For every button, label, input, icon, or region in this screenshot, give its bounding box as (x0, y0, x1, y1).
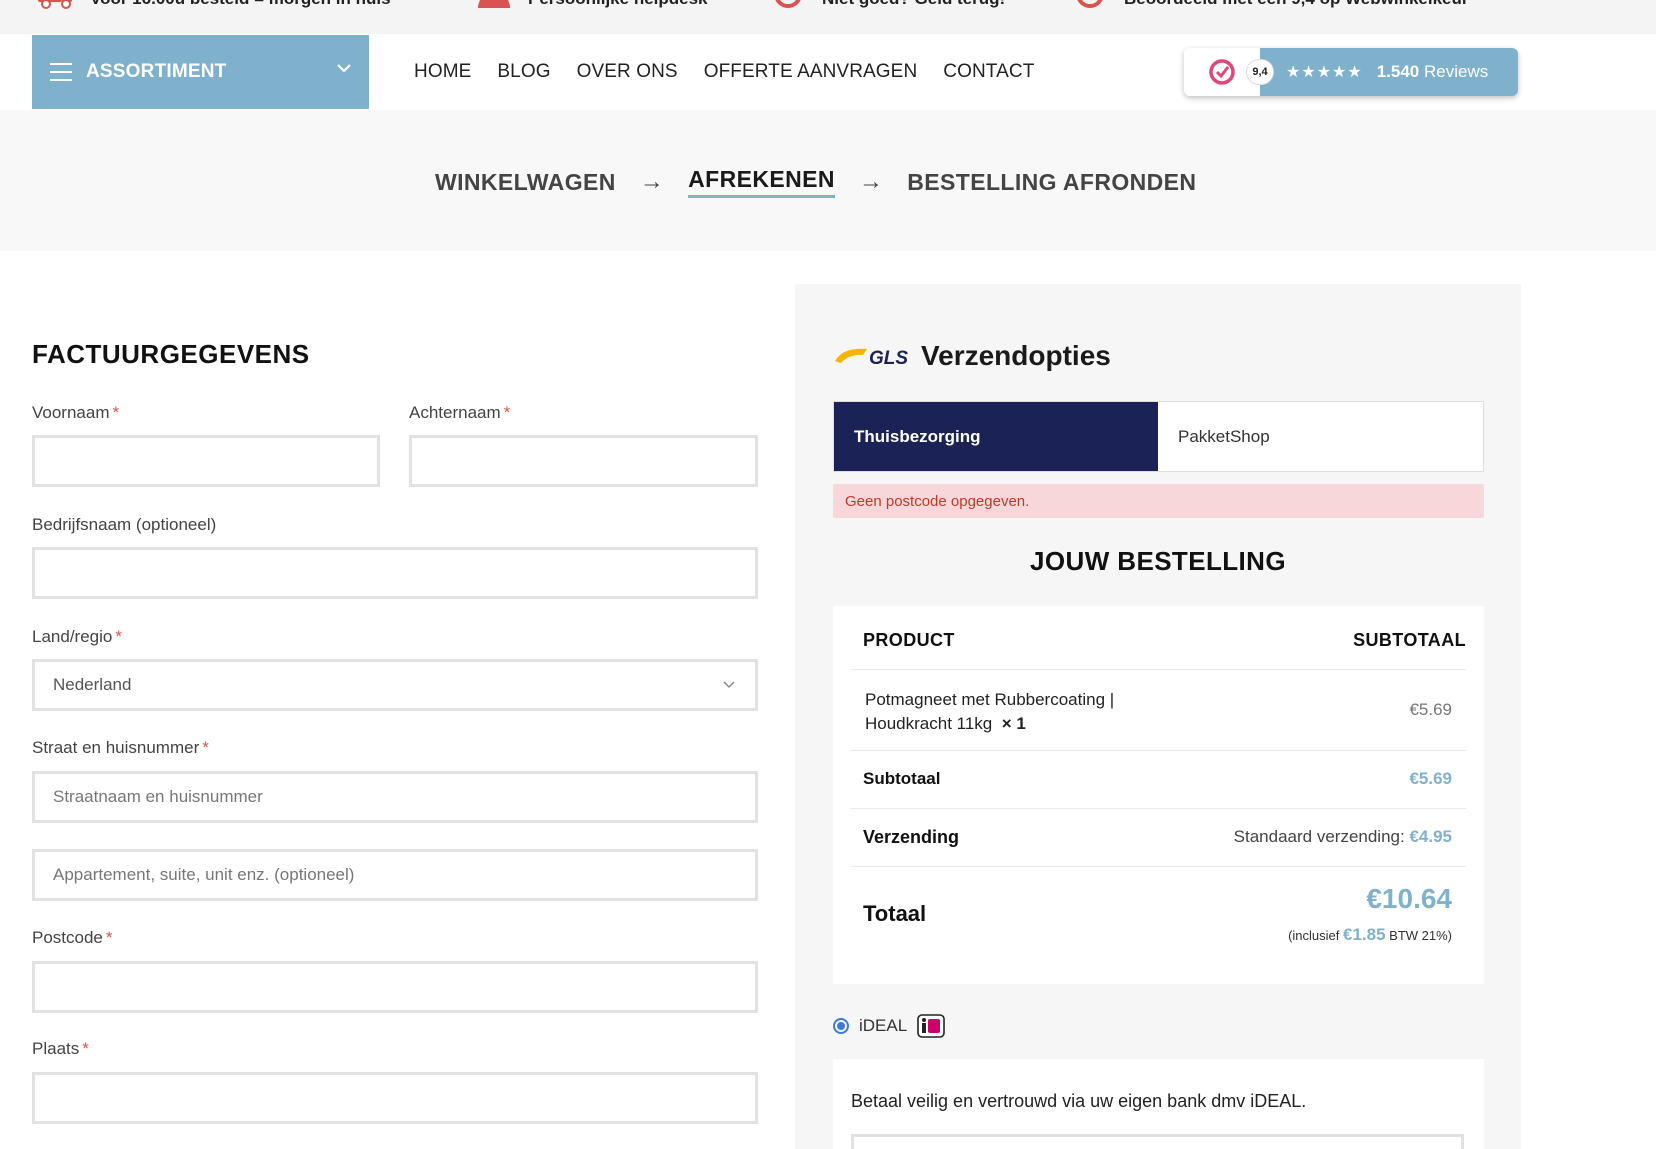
tab-thuisbezorging[interactable]: Thuisbezorging (834, 402, 1158, 471)
city-label: Plaats * (32, 1039, 89, 1058)
step-bestelling-afronden: BESTELLING AFRONDEN (907, 168, 1197, 195)
tab-pakketshop[interactable]: PakketShop (1158, 402, 1483, 471)
step-arrow-icon: → (639, 168, 665, 195)
usp-money-back-text: Niet goed? Geld terug! (822, 0, 1005, 9)
total-value: €10.64 (1366, 883, 1452, 914)
total-row: Totaal €10.64 (inclusief €1.85 BTW 21%) (851, 867, 1466, 967)
company-label: Bedrijfsnaam (optioneel) (32, 515, 217, 534)
last-name-label: Achternaam * (409, 403, 511, 422)
col-product-header: PRODUCT (863, 630, 955, 650)
svg-text:GLS: GLS (869, 348, 908, 369)
shipping-title: Verzendopties (921, 340, 1111, 371)
order-item-qty: × 1 (1001, 714, 1026, 733)
company-input[interactable] (32, 547, 758, 599)
postcode-label: Postcode * (32, 928, 113, 947)
shipping-cost: Standaard verzending: €4.95 (1233, 827, 1452, 846)
postcode-alert: Geen postcode opgegeven. (833, 484, 1484, 518)
payment-method-label: iDEAL (859, 1016, 908, 1035)
step-arrow-icon: → (858, 168, 884, 195)
street-label: Straat en huisnummer * (32, 738, 209, 757)
order-table: PRODUCT SUBTOTAAL Potmagneet met Rubberc… (833, 606, 1484, 984)
main-nav: HOME BLOG OVER ONS OFFERTE AANVRAGEN CON… (414, 34, 1034, 110)
total-label: Totaal (863, 901, 927, 926)
review-score: 9,4 (1246, 59, 1274, 85)
street-input[interactable]: Straatnaam en huisnummer (32, 771, 758, 823)
checkout-steps: WINKELWAGEN → AFREKENEN → BESTELLING AFR… (0, 110, 1656, 251)
hamburger-icon (50, 63, 72, 81)
site-header: ASSORTIMENT HOME BLOG OVER ONS OFFERTE A… (0, 34, 1656, 110)
usp-delivery: Voor 16.00u besteld = morgen in huis (36, 0, 391, 14)
first-name-label: Voornaam * (32, 403, 120, 422)
chevron-down-icon (337, 64, 351, 73)
shipping-header: GLS Verzendopties (833, 340, 1111, 372)
helpdesk-icon (478, 0, 510, 8)
order-item-name: Potmagneet met Rubbercoating | Houdkrach… (865, 690, 1115, 733)
checkout-steps-row: WINKELWAGEN → AFREKENEN → BESTELLING AFR… (435, 166, 1196, 198)
webwinkelkeur-logo: 9,4 (1184, 48, 1274, 96)
usp-webwinkelkeur-text: Beoordeeld met een 9,4 op Webwinkelkeur (1124, 0, 1469, 9)
last-name-input[interactable] (409, 435, 758, 487)
order-table-header: PRODUCT SUBTOTAAL (851, 606, 1466, 670)
nav-home[interactable]: HOME (414, 61, 471, 83)
scallop-edge (795, 276, 1521, 286)
subtotal-label: Subtotaal (863, 769, 941, 788)
ideal-logo-icon (917, 1014, 945, 1038)
tax-note: (inclusief €1.85 BTW 21%) (1288, 925, 1452, 944)
assortment-menu-button[interactable]: ASSORTIMENT (32, 35, 369, 109)
first-name-input[interactable] (32, 435, 380, 487)
subtotal-value: €5.69 (1409, 769, 1452, 788)
money-back-icon (775, 0, 801, 8)
webwinkelkeur-icon (1077, 0, 1103, 8)
usp-helpdesk: Persoonlijke helpdesk (474, 0, 708, 14)
nav-blog[interactable]: BLOG (497, 61, 550, 83)
review-stars: ★★★★★ (1286, 64, 1363, 81)
country-value: Nederland (53, 675, 132, 694)
payment-ideal-option[interactable]: iDEAL (833, 1014, 945, 1038)
street2-input[interactable]: Appartement, suite, unit enz. (optioneel… (32, 849, 758, 901)
ideal-radio[interactable] (833, 1018, 849, 1034)
nav-contact[interactable]: CONTACT (943, 61, 1034, 83)
shipping-row: Verzending Standaard verzending: €4.95 (851, 809, 1466, 867)
usp-delivery-text: Voor 16.00u besteld = morgen in huis (90, 0, 391, 9)
review-label: Reviews (1424, 62, 1489, 81)
reviews-badge[interactable]: 9,4 ★★★★★ 1.540 Reviews (1184, 48, 1518, 96)
review-count: 1.540 (1376, 62, 1420, 81)
order-panel: GLS Verzendopties Thuisbezorging PakketS… (795, 276, 1521, 1149)
shipping-label: Verzending (863, 827, 960, 847)
billing-title: FACTUURGEGEVENS (32, 339, 310, 369)
bank-select[interactable] (851, 1134, 1464, 1149)
subtotal-row: Subtotaal €5.69 (851, 751, 1466, 809)
postcode-input[interactable] (32, 961, 758, 1013)
country-select[interactable]: Nederland (32, 659, 758, 711)
order-item-price: €5.69 (1409, 700, 1452, 719)
gls-logo-icon: GLS (835, 348, 908, 369)
chevron-down-icon (723, 681, 735, 689)
usp-webwinkelkeur: Beoordeeld met een 9,4 op Webwinkelkeur (1070, 0, 1469, 14)
payment-description-box: Betaal veilig en vertrouwd via uw eigen … (833, 1059, 1484, 1149)
payment-description: Betaal veilig en vertrouwd via uw eigen … (851, 1091, 1307, 1111)
shipping-tabs: Thuisbezorging PakketShop (833, 401, 1484, 472)
usp-money-back: Niet goed? Geld terug! (768, 0, 1005, 14)
order-item-row: Potmagneet met Rubbercoating | Houdkrach… (851, 670, 1466, 751)
city-input[interactable] (32, 1072, 758, 1124)
step-afrekenen: AFREKENEN (688, 166, 835, 198)
nav-over-ons[interactable]: OVER ONS (577, 61, 678, 83)
reviews-bar: ★★★★★ 1.540 Reviews (1260, 48, 1518, 96)
country-label: Land/regio * (32, 627, 122, 646)
order-title: JOUW BESTELLING (1030, 546, 1286, 576)
usp-helpdesk-text: Persoonlijke helpdesk (528, 0, 708, 9)
usp-bar: Voor 16.00u besteld = morgen in huis Per… (0, 0, 1656, 34)
delivery-truck-icon (38, 0, 72, 9)
step-winkelwagen[interactable]: WINKELWAGEN (435, 169, 616, 196)
webwinkelkeur-logo-icon (1209, 59, 1235, 85)
col-subtotal-header: SUBTOTAAL (1353, 630, 1466, 650)
assortment-label: ASSORTIMENT (86, 61, 227, 82)
nav-offerte-aanvragen[interactable]: OFFERTE AANVRAGEN (704, 61, 918, 83)
